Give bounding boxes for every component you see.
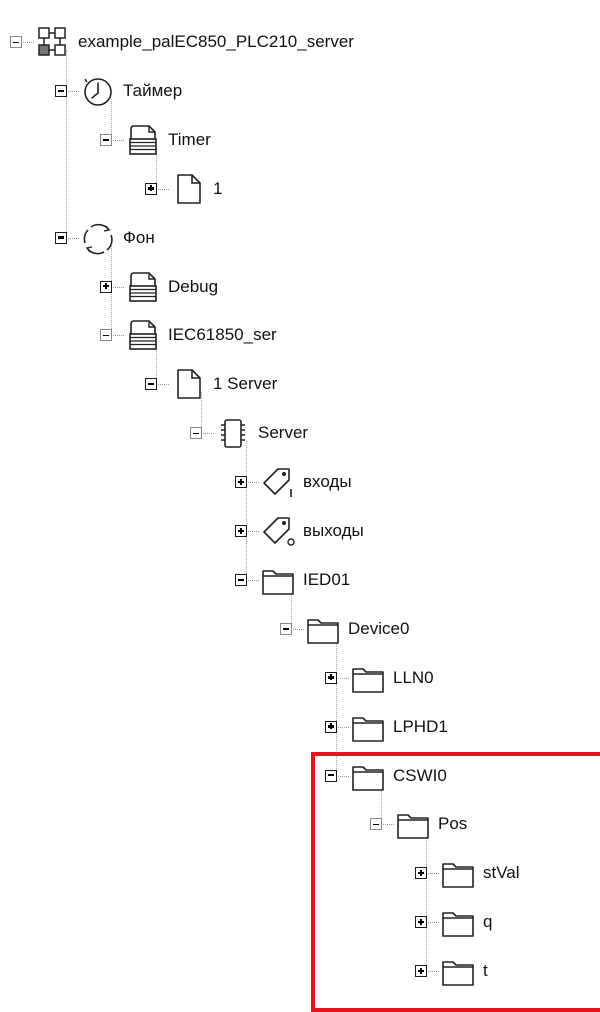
tree-connector-dash xyxy=(428,873,439,875)
tree-node-label[interactable]: q xyxy=(483,912,492,932)
network-modules-icon xyxy=(35,25,71,59)
tree-node-label[interactable]: Server xyxy=(258,423,308,443)
tree-connector-dash xyxy=(338,726,349,728)
tree-connector-dash xyxy=(158,188,169,190)
tree-node-label[interactable]: выходы xyxy=(303,521,364,541)
tree-connector-dash xyxy=(428,922,439,924)
folder-icon xyxy=(350,661,386,695)
tree-connector-line xyxy=(336,636,337,776)
tree-node-label[interactable]: Таймер xyxy=(123,81,182,101)
tree-connector-dash xyxy=(113,139,124,141)
tree-node-label[interactable]: 1 xyxy=(213,179,222,199)
expand-toggle-icon[interactable] xyxy=(415,867,427,880)
tree-connector-dash xyxy=(23,42,34,43)
tree-connector-dash xyxy=(293,628,304,630)
tree-connector-dash xyxy=(248,531,259,532)
tree-node-label[interactable]: входы xyxy=(303,472,352,492)
tree-node-label[interactable]: LPHD1 xyxy=(393,717,448,737)
tree-node-label[interactable]: LLN0 xyxy=(393,668,434,688)
tree-node-label[interactable]: example_palEC850_PLC210_server xyxy=(78,32,354,52)
project-tree: example_palEC850_PLC210_server Таймер Time… xyxy=(0,0,600,997)
program-stack-icon xyxy=(125,270,161,304)
collapse-toggle-icon[interactable] xyxy=(190,427,202,440)
folder-icon xyxy=(350,759,386,793)
tree-connector-dash xyxy=(248,482,259,484)
tree-connector-line xyxy=(66,50,67,238)
collapse-toggle-icon[interactable] xyxy=(235,573,247,586)
collapse-toggle-icon[interactable] xyxy=(55,231,67,244)
expand-toggle-icon[interactable] xyxy=(100,280,112,293)
tree-connector-dash xyxy=(68,237,79,239)
tree-connector-dash xyxy=(338,677,349,679)
folder-icon xyxy=(395,807,431,841)
tree-connector-dash xyxy=(203,433,214,435)
expand-toggle-icon[interactable] xyxy=(235,476,247,489)
document-icon xyxy=(170,172,206,206)
document-icon xyxy=(170,367,206,401)
tree-node-label[interactable]: Timer xyxy=(168,130,211,150)
tree-node-label[interactable]: CSWI0 xyxy=(393,766,447,786)
collapse-toggle-icon[interactable] xyxy=(100,133,112,146)
tree-connector-dash xyxy=(113,335,124,337)
expand-toggle-icon[interactable] xyxy=(415,916,427,929)
tree-connector-dash xyxy=(338,775,349,777)
tree-connector-line xyxy=(246,441,247,580)
collapse-toggle-icon[interactable] xyxy=(55,84,67,97)
expand-toggle-icon[interactable] xyxy=(325,671,337,684)
tree-node-label[interactable]: 1 Server xyxy=(213,374,277,394)
folder-icon xyxy=(440,954,476,988)
expand-toggle-icon[interactable] xyxy=(415,965,427,978)
folder-icon xyxy=(305,612,341,646)
tree-node-label[interactable]: stVal xyxy=(483,863,520,883)
collapse-toggle-icon[interactable] xyxy=(280,622,292,635)
tree-connector-dash xyxy=(428,971,439,973)
collapse-toggle-icon[interactable] xyxy=(145,378,157,391)
expand-toggle-icon[interactable] xyxy=(325,720,337,733)
tree-connector-line xyxy=(426,832,427,972)
program-stack-icon xyxy=(125,123,161,157)
tree-connector-dash xyxy=(68,90,79,92)
tree-node-label[interactable]: IED01 xyxy=(303,570,350,590)
tree-node-label[interactable]: IEC61850_ser xyxy=(168,325,277,345)
tag-output-icon xyxy=(260,514,296,548)
collapse-toggle-icon[interactable] xyxy=(10,36,22,48)
collapse-toggle-icon[interactable] xyxy=(100,329,112,342)
expand-toggle-icon[interactable] xyxy=(145,182,157,195)
collapse-toggle-icon[interactable] xyxy=(370,818,382,831)
clock-icon xyxy=(80,74,116,108)
tree-node-label[interactable]: Фон xyxy=(123,228,155,248)
tree-node-label[interactable]: t xyxy=(483,961,488,981)
tree-node-label[interactable]: Debug xyxy=(168,277,218,297)
tree-connector-dash xyxy=(383,824,394,826)
tree-node-label[interactable]: Device0 xyxy=(348,619,409,639)
tree-connector-dash xyxy=(248,579,259,581)
folder-icon xyxy=(350,710,386,744)
expand-toggle-icon[interactable] xyxy=(235,525,247,537)
tree-node-label[interactable]: Pos xyxy=(438,814,467,834)
folder-icon xyxy=(440,905,476,939)
cycle-arrows-icon xyxy=(80,221,116,255)
chip-icon xyxy=(215,416,251,450)
tree-connector-dash xyxy=(158,384,169,386)
tag-input-icon xyxy=(260,465,296,499)
tree-connector-dash xyxy=(113,286,124,288)
folder-icon xyxy=(440,856,476,890)
collapse-toggle-icon[interactable] xyxy=(325,769,337,782)
folder-icon xyxy=(260,563,296,597)
program-stack-icon xyxy=(125,318,161,352)
